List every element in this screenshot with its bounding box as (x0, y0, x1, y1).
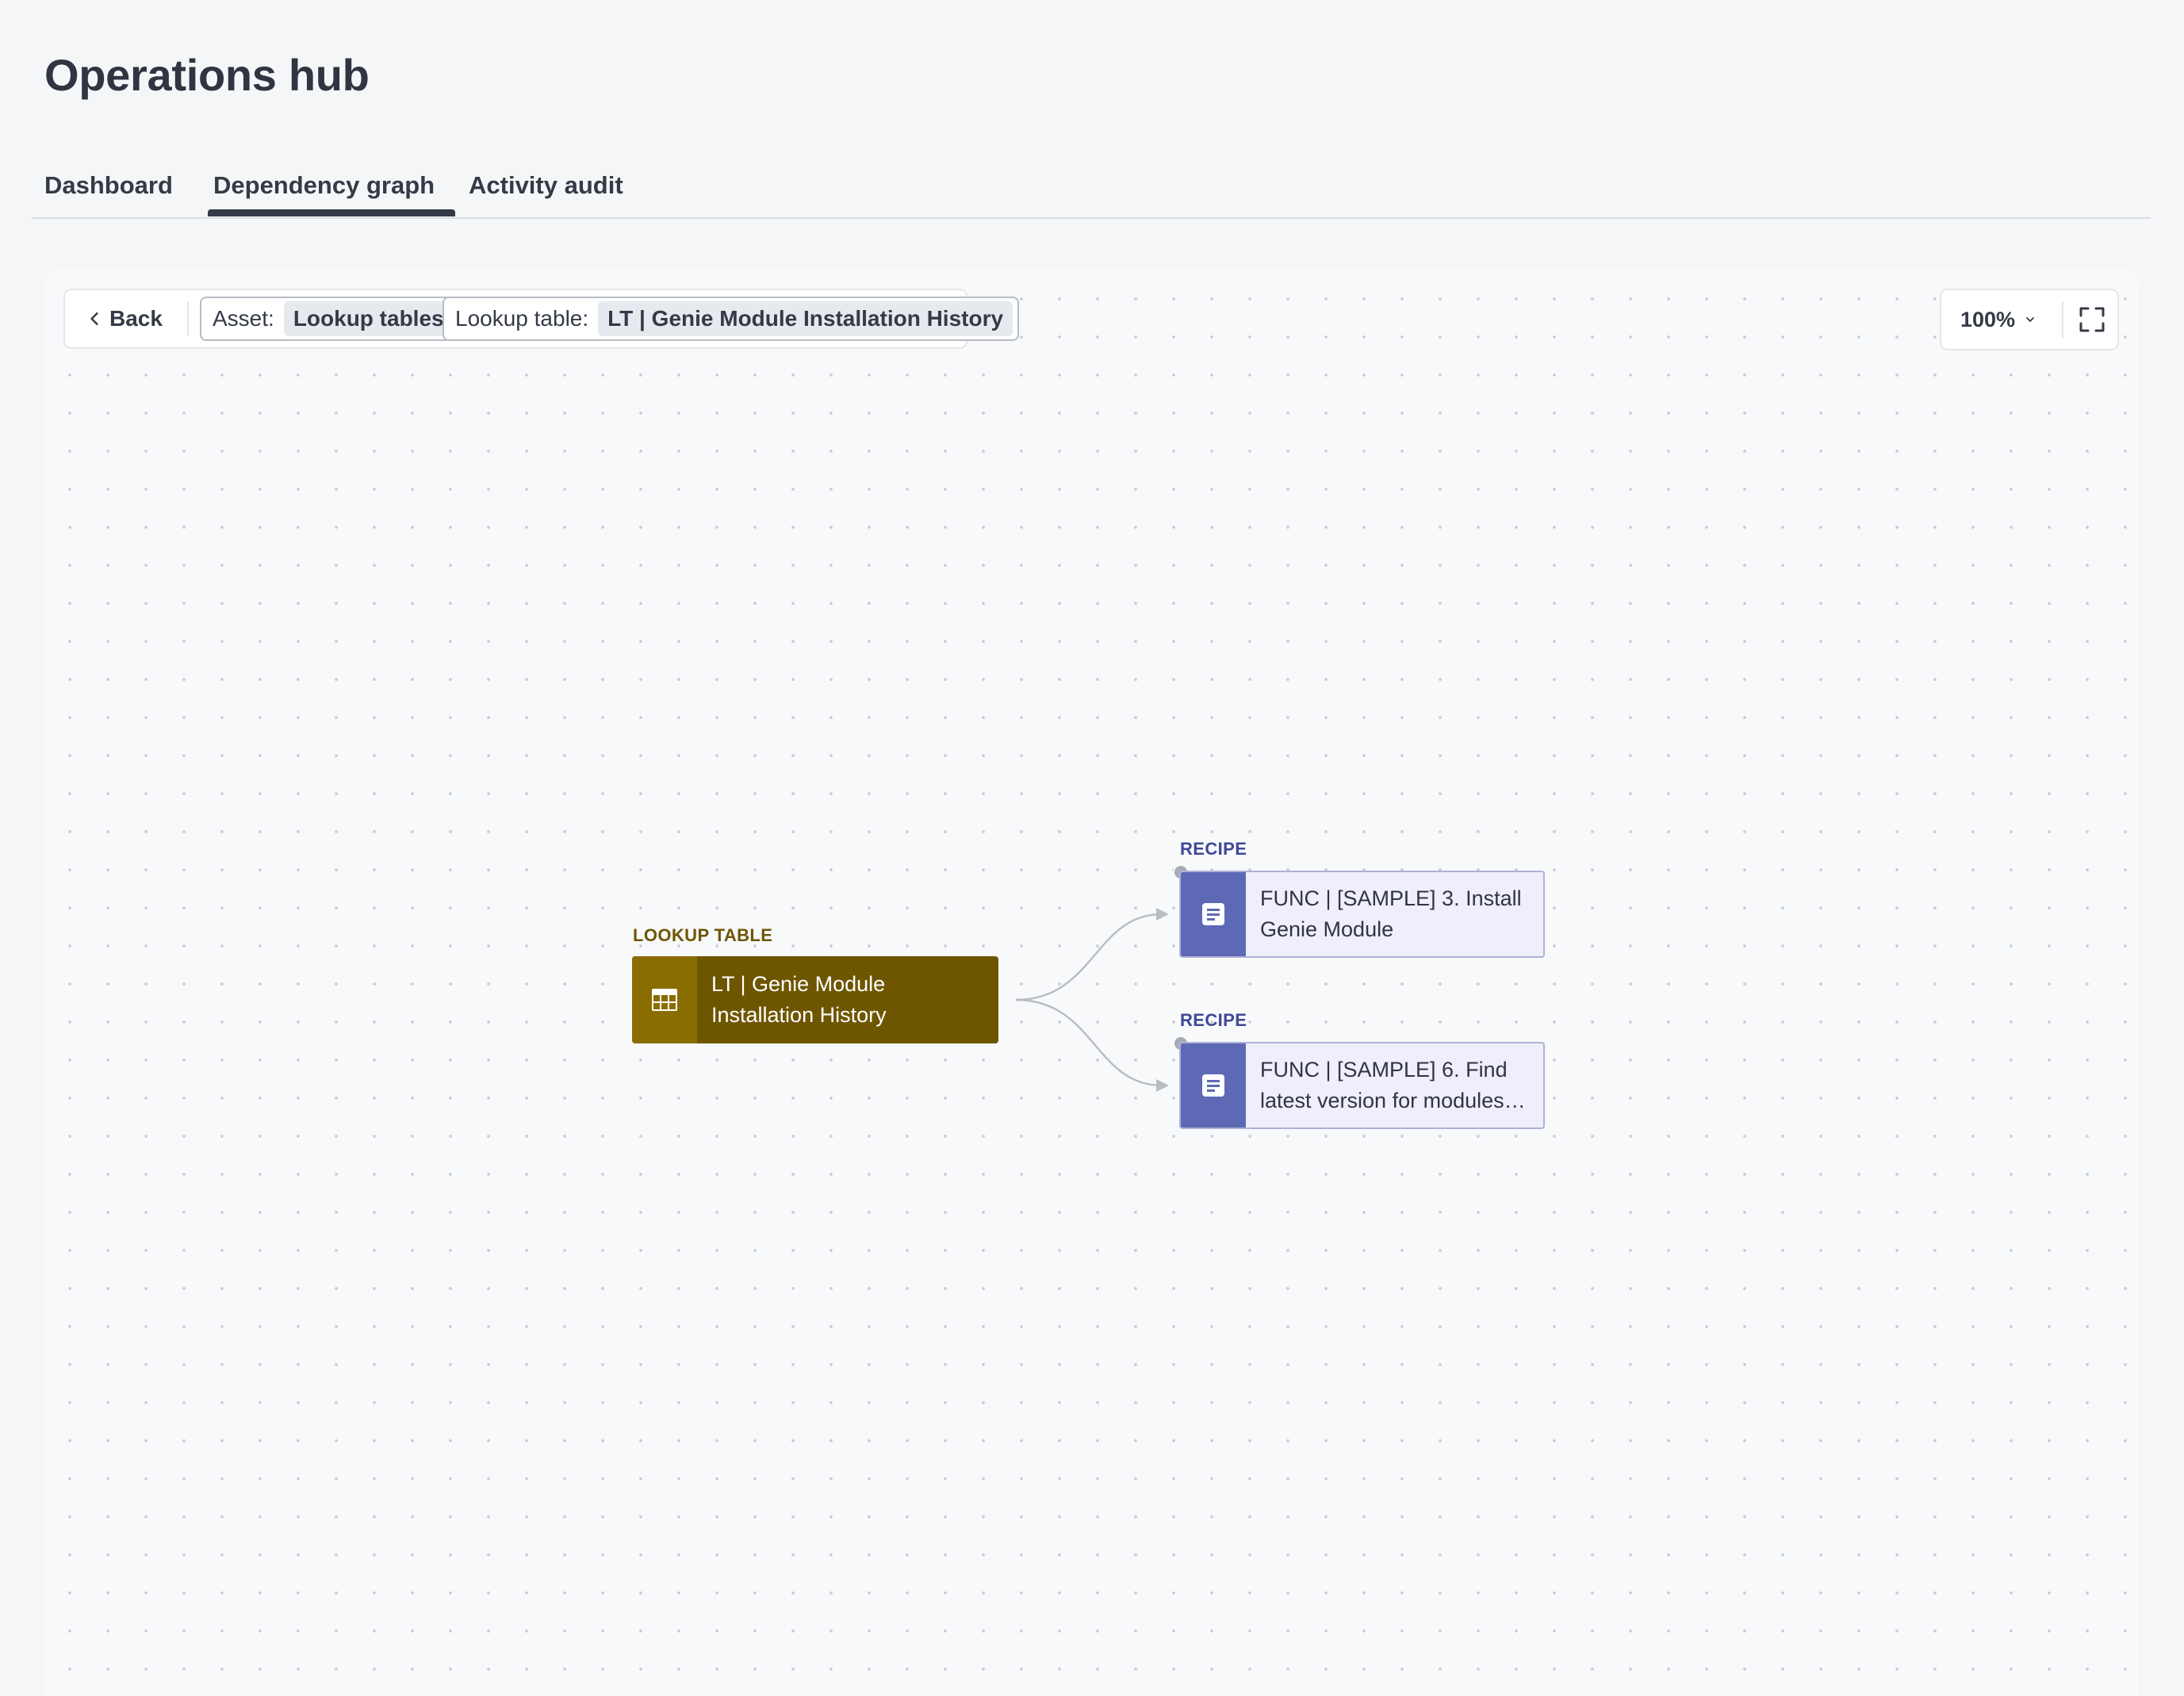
node-type-lookup-table: LOOKUP TABLE (633, 925, 773, 945)
node-type-recipe: RECIPE (1180, 1010, 1247, 1030)
lookup-table-node[interactable]: LT | Genie Module Installation History (632, 956, 998, 1043)
recipe-node[interactable]: FUNC | [SAMPLE] 3. Install Genie Module (1179, 871, 1545, 958)
edge-arrow-1 (1156, 908, 1169, 921)
lookup-table-node-label: LT | Genie Module Installation History (711, 972, 887, 1027)
edge-to-recipe-2 (1015, 998, 1163, 1087)
dependency-edges (1015, 908, 1169, 1092)
edge-arrow-2 (1156, 1079, 1169, 1092)
app-root: Operations hub Dashboard Dependency grap… (0, 0, 2184, 1696)
recipe-node-label: FUNC | [SAMPLE] 6. Find latest version f… (1260, 1058, 1508, 1112)
recipe-icon (1181, 872, 1246, 956)
recipe-node[interactable]: FUNC | [SAMPLE] 6. Find latest version f… (1179, 1042, 1545, 1129)
node-type-recipe: RECIPE (1180, 839, 1247, 859)
table-icon (632, 956, 697, 1043)
recipe-node-label: FUNC | [SAMPLE] 3. Install Genie Module (1260, 886, 1522, 941)
edge-to-recipe-1 (1015, 913, 1163, 1001)
recipe-icon (1181, 1043, 1246, 1127)
